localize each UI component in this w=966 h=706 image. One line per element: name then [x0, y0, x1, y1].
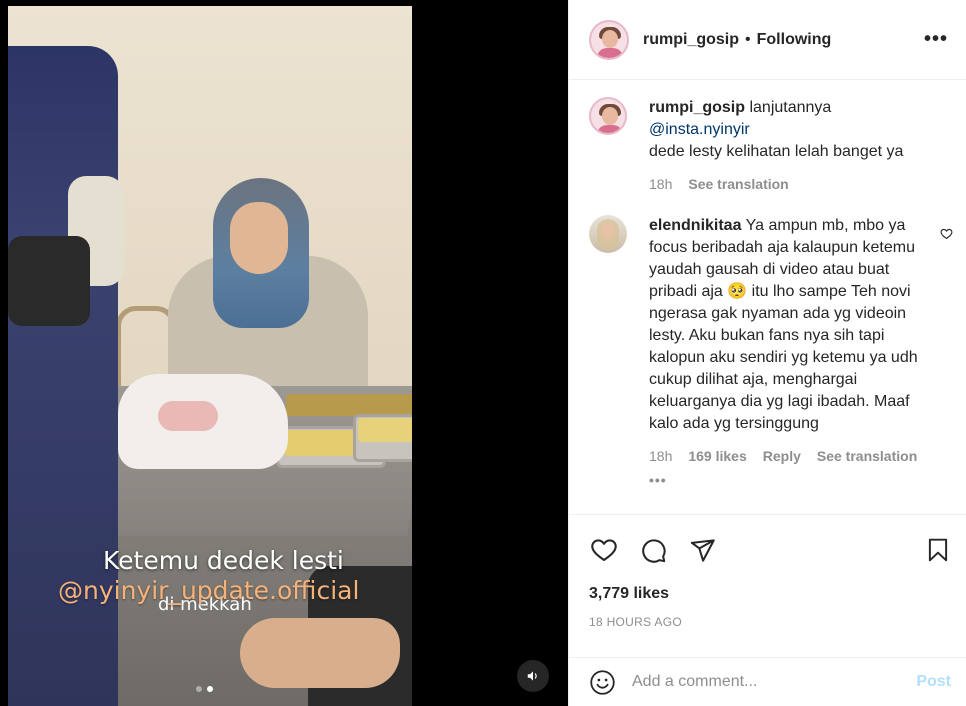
video-caption-line1: Ketemu dedek lesti	[103, 546, 344, 575]
comment-meta: 18h 169 likes Reply See translation	[649, 445, 939, 467]
video-caption-watermark: @nyinyir_update.official	[58, 576, 360, 605]
speaker-icon	[527, 671, 537, 681]
comment-timestamp[interactable]: 18h	[649, 445, 672, 467]
carousel-indicator	[196, 686, 213, 692]
photo-tray	[286, 394, 412, 416]
post-photo[interactable]: Ketemu dedek lesti di mekkah @nyinyir_up…	[8, 6, 412, 706]
caption-text: lanjutannya	[745, 99, 832, 116]
comment-icon[interactable]	[640, 537, 667, 564]
caption-meta: 18h See translation	[649, 173, 939, 195]
comment-like-heart-icon[interactable]	[940, 227, 953, 245]
commenter-username[interactable]: elendnikitaa	[649, 217, 741, 234]
author-avatar[interactable]	[589, 19, 629, 60]
heart-icon[interactable]	[590, 536, 618, 564]
header-separator: •	[745, 30, 751, 48]
photo-foot	[240, 618, 400, 688]
post-likes-count[interactable]: 3,779 likes	[589, 585, 669, 603]
comment-reply-button[interactable]: Reply	[763, 445, 801, 467]
caption-timestamp[interactable]: 18h	[649, 173, 672, 195]
post-header: rumpi_gosip • Following •••	[569, 0, 966, 80]
carousel-dot-active	[207, 686, 213, 692]
comment-more-options[interactable]: •••	[649, 469, 939, 491]
post-comment-button[interactable]: Post	[916, 673, 951, 691]
caption-avatar[interactable]	[589, 97, 627, 135]
caption-mention-link[interactable]: @insta.nyinyir	[649, 121, 750, 138]
caption-username[interactable]: rumpi_gosip	[649, 99, 745, 116]
emoji-picker-icon[interactable]	[589, 669, 616, 696]
comment-body: elendnikitaa Ya ampun mb, mbo ya focus b…	[649, 215, 939, 491]
comment-likes-count[interactable]: 169 likes	[688, 445, 746, 467]
post-media[interactable]: Ketemu dedek lesti di mekkah @nyinyir_up…	[0, 0, 568, 706]
post-timestamp[interactable]: 18 HOURS AGO	[589, 615, 682, 629]
comment-input[interactable]	[632, 673, 917, 691]
post-actions	[569, 514, 966, 585]
photo-food	[358, 418, 412, 442]
comments-list[interactable]: rumpi_gosip lanjutannya @insta.nyinyir d…	[569, 80, 966, 514]
comment-see-translation[interactable]: See translation	[817, 445, 917, 467]
photo-face	[230, 202, 288, 274]
post-sidebar: rumpi_gosip • Following ••• rumpi_gosip …	[568, 0, 966, 706]
add-comment-bar: Post	[569, 657, 966, 706]
caption-text-line2: dede lesty kelihatan lelah banget ya	[649, 143, 904, 160]
bookmark-icon[interactable]	[925, 537, 951, 563]
caption-see-translation[interactable]: See translation	[688, 173, 788, 195]
comment-text: Ya ampun mb, mbo ya focus beribadah aja …	[649, 217, 918, 432]
action-icons	[585, 515, 951, 585]
author-username[interactable]: rumpi_gosip	[643, 31, 739, 49]
photo-person-left	[8, 46, 118, 706]
post-caption: rumpi_gosip lanjutannya @insta.nyinyir d…	[569, 97, 966, 195]
photo-bag	[8, 236, 90, 326]
photo-plastic-print	[158, 401, 218, 431]
following-button[interactable]: Following	[757, 31, 832, 49]
carousel-dot	[196, 686, 202, 692]
commenter-avatar[interactable]	[589, 215, 627, 253]
caption-body: rumpi_gosip lanjutannya @insta.nyinyir d…	[649, 97, 939, 195]
more-options-button[interactable]: •••	[924, 28, 948, 51]
audio-toggle-button[interactable]	[517, 660, 549, 692]
send-icon[interactable]	[689, 537, 716, 564]
comment-item: elendnikitaa Ya ampun mb, mbo ya focus b…	[569, 215, 966, 491]
